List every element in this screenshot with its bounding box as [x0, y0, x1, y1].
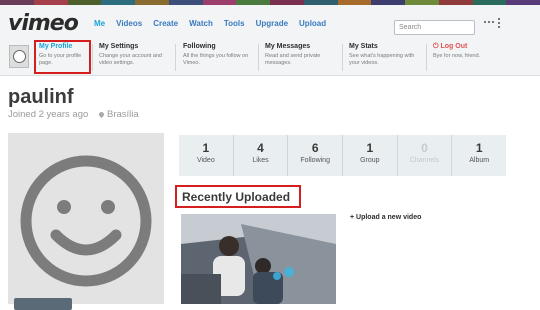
divider [258, 44, 259, 71]
stat-videos[interactable]: 1 Video [179, 135, 233, 176]
divider [342, 44, 343, 71]
follow-button[interactable] [14, 298, 72, 310]
menu-dots-icon[interactable] [484, 21, 494, 23]
profile-avatar[interactable] [8, 133, 164, 304]
divider [175, 44, 176, 71]
upload-new-video-link[interactable]: + Upload a new video [350, 214, 421, 221]
video-thumbnail[interactable] [181, 214, 336, 304]
stat-groups[interactable]: 1 Group [342, 135, 397, 176]
menu-my-settings[interactable]: My Settings Change your account and vide… [99, 43, 169, 67]
menu-following[interactable]: Following All the things you follow on V… [183, 43, 251, 67]
nav-videos[interactable]: Videos [116, 19, 142, 28]
menu-log-out[interactable]: ⏻ Log Out Bye for now, friend. [433, 43, 503, 60]
menu-item-title: My Messages [265, 43, 311, 50]
main-nav: Me Videos Create Watch Tools Upgrade Upl… [94, 19, 326, 28]
smiley-icon [20, 155, 152, 287]
location-pin-icon [97, 110, 106, 119]
stat-albums[interactable]: 1 Album [451, 135, 506, 176]
profile-username: paulinf [8, 86, 74, 108]
menu-item-desc: See what's happening with your videos. [349, 53, 415, 66]
menu-item-desc: Read and send private messages. [265, 53, 321, 66]
vimeo-logo[interactable]: vimeo [8, 11, 79, 36]
highlight-box-recent [175, 185, 301, 208]
stat-following[interactable]: 6 Following [287, 135, 342, 176]
menu-item-desc: Change your account and video settings. [99, 53, 162, 66]
menu-item-desc: All the things you follow on Vimeo. [183, 53, 249, 66]
profile-joined: Joined 2 years ago [8, 109, 89, 120]
menu-item-title: My Stats [349, 43, 378, 50]
nav-watch[interactable]: Watch [189, 19, 213, 28]
nav-tools[interactable]: Tools [224, 19, 245, 28]
menu-my-messages[interactable]: My Messages Read and send private messag… [265, 43, 337, 67]
stat-likes[interactable]: 4 Likes [232, 135, 288, 176]
top-bar: vimeo Me Videos Create Watch Tools Upgra… [0, 5, 540, 40]
nav-upgrade[interactable]: Upgrade [256, 19, 288, 28]
stats-bar: 1 Video 4 Likes 6 Following 1 Group 0 Channel… [179, 135, 506, 176]
nav-create[interactable]: Create [153, 19, 178, 28]
menu-item-title: My Settings [99, 43, 139, 50]
search-input[interactable]: Search [394, 20, 475, 35]
grid-icon[interactable] [498, 18, 500, 28]
menu-item-title: ⏻ Log Out [433, 43, 468, 50]
stat-channels: 0 Channels [396, 135, 452, 176]
menu-item-title: Following [183, 43, 216, 50]
avatar[interactable] [9, 45, 29, 68]
highlight-box-profile [34, 40, 91, 74]
nav-me[interactable]: Me [94, 19, 105, 28]
divider [92, 44, 93, 71]
menu-item-desc: Bye for now, friend. [433, 53, 481, 59]
menu-my-stats[interactable]: My Stats See what's happening with your … [349, 43, 421, 67]
profile-location: Brasília [97, 109, 139, 120]
divider [426, 44, 427, 71]
nav-upload[interactable]: Upload [299, 19, 326, 28]
smiley-icon [13, 50, 26, 63]
video-thumbnail-image [181, 214, 336, 304]
